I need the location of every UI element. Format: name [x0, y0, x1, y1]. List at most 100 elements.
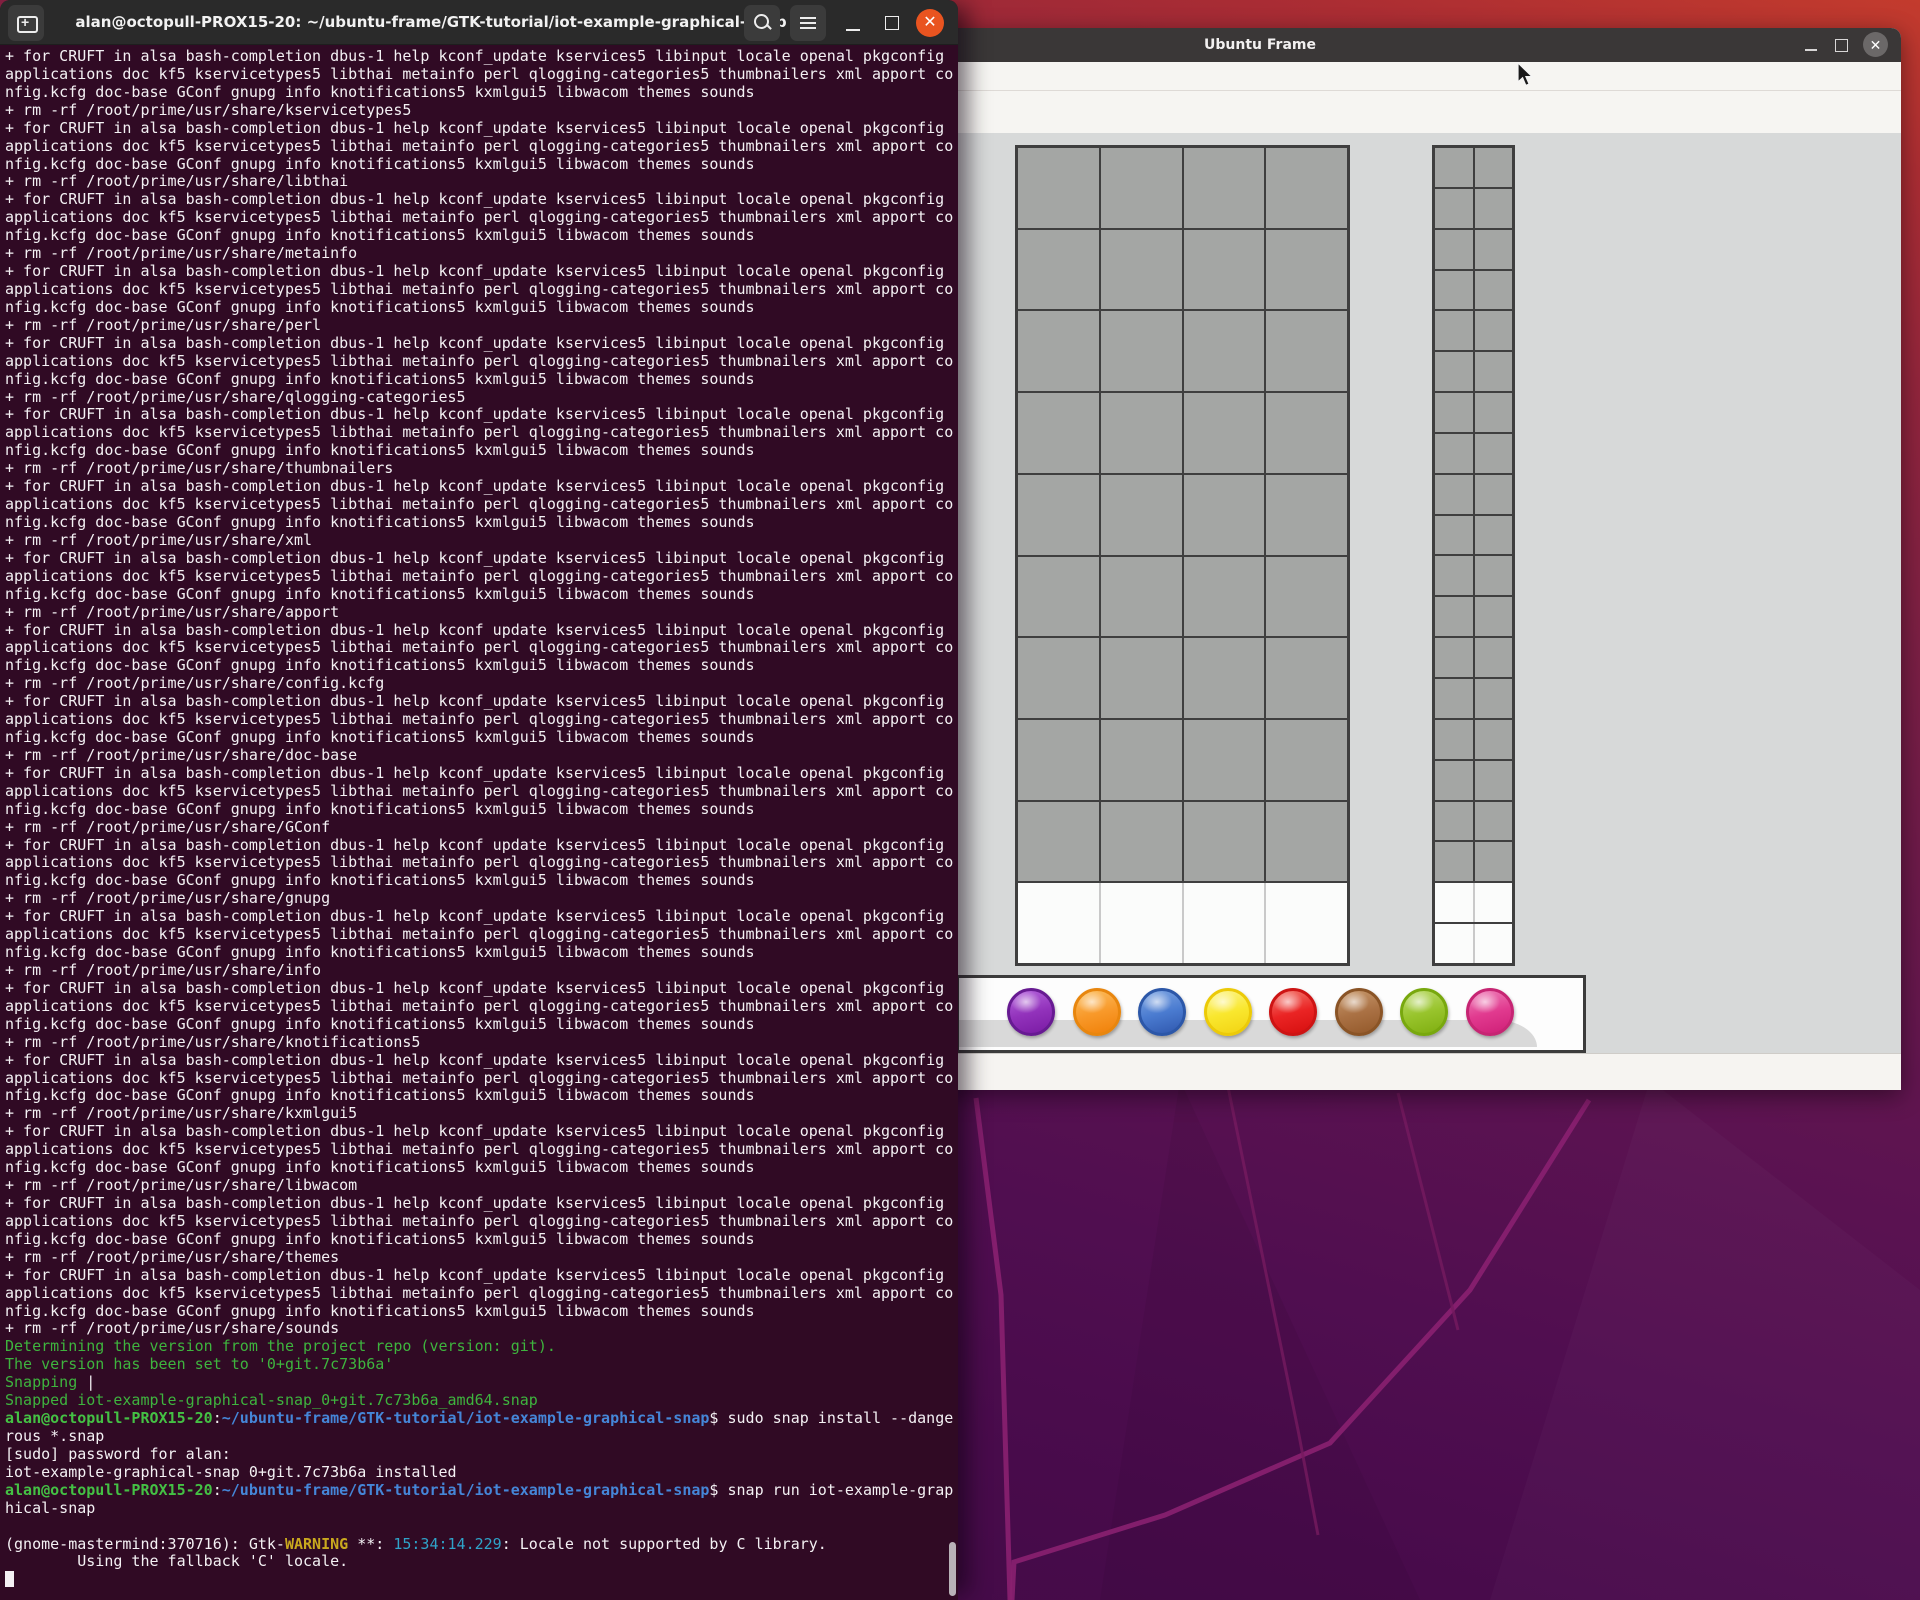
color-ball-purple[interactable]: [1007, 988, 1055, 1036]
terminal-scrollbar[interactable]: [949, 1542, 956, 1596]
terminal-titlebar[interactable]: + alan@octopull-PROX15-20: ~/ubuntu-fram…: [0, 0, 958, 45]
terminal-title: alan@octopull-PROX15-20: ~/ubuntu-frame/…: [75, 13, 786, 31]
board-cell[interactable]: [1018, 638, 1099, 718]
board-cell[interactable]: [1101, 475, 1182, 555]
terminal-line: applications doc kf5 kservicetypes5 libt…: [5, 208, 958, 226]
terminal-line: + rm -rf /root/prime/usr/share/libwacom: [5, 1176, 958, 1194]
board-cell[interactable]: [1018, 720, 1099, 800]
board-cell[interactable]: [1018, 230, 1099, 310]
frame-maximize-button[interactable]: [1827, 28, 1857, 62]
peg-cell: [1435, 679, 1473, 718]
close-circle: ✕: [916, 9, 944, 37]
board-cell[interactable]: [1184, 393, 1265, 473]
color-ball-magenta[interactable]: [1466, 988, 1514, 1036]
terminal-line: + rm -rf /root/prime/usr/share/metainfo: [5, 244, 958, 262]
color-ball-orange[interactable]: [1073, 988, 1121, 1036]
new-tab-button[interactable]: +: [8, 5, 44, 41]
board-cell[interactable]: [1101, 311, 1182, 391]
board-cell[interactable]: [1184, 802, 1265, 882]
terminal-line: applications doc kf5 kservicetypes5 libt…: [5, 65, 958, 83]
terminal-line: [sudo] password for alan:: [5, 1445, 958, 1463]
board-row: [1018, 311, 1347, 391]
terminal-maximize-button[interactable]: [874, 5, 910, 41]
board-cell[interactable]: [1266, 883, 1347, 963]
board-cell[interactable]: [1018, 475, 1099, 555]
board-cell[interactable]: [1266, 638, 1347, 718]
board-cell[interactable]: [1101, 230, 1182, 310]
board-cell[interactable]: [1101, 883, 1182, 963]
board-cell[interactable]: [1266, 230, 1347, 310]
board-cell[interactable]: [1018, 883, 1099, 963]
peg-cell: [1435, 761, 1473, 800]
peg-cell: [1475, 802, 1513, 841]
menu-button[interactable]: [790, 5, 826, 41]
terminal-line: + for CRUFT in alsa bash-completion dbus…: [5, 334, 958, 352]
board-cell[interactable]: [1018, 148, 1099, 228]
board-cell[interactable]: [1184, 311, 1265, 391]
board-cell[interactable]: [1101, 720, 1182, 800]
board-cell[interactable]: [1184, 230, 1265, 310]
terminal-line: applications doc kf5 kservicetypes5 libt…: [5, 997, 958, 1015]
board-cell[interactable]: [1184, 475, 1265, 555]
terminal-close-button[interactable]: ✕: [912, 5, 948, 41]
board-cell[interactable]: [1184, 557, 1265, 637]
board-cell[interactable]: [1101, 638, 1182, 718]
terminal-line: + for CRUFT in alsa bash-completion dbus…: [5, 1051, 958, 1069]
terminal-line: nfig.kcfg doc-base GConf gnupg info knot…: [5, 585, 958, 603]
close-icon: ✕: [923, 15, 936, 31]
terminal-minimize-button[interactable]: [836, 5, 872, 41]
board-cell[interactable]: [1018, 393, 1099, 473]
board-cell[interactable]: [1018, 311, 1099, 391]
board-cell[interactable]: [1266, 475, 1347, 555]
board-row: [1435, 352, 1512, 391]
terminal-line: nfig.kcfg doc-base GConf gnupg info knot…: [5, 513, 958, 531]
peg-cell: [1475, 883, 1513, 922]
board-row: [1435, 271, 1512, 310]
frame-minimize-button[interactable]: [1797, 28, 1827, 62]
terminal-line: + for CRUFT in alsa bash-completion dbus…: [5, 405, 958, 423]
terminal-cursor: [5, 1571, 14, 1587]
board-cell[interactable]: [1018, 802, 1099, 882]
board-row: [1435, 761, 1512, 800]
color-ball-brown[interactable]: [1335, 988, 1383, 1036]
peg-cell: [1435, 434, 1473, 473]
color-ball-yellow[interactable]: [1204, 988, 1252, 1036]
board-cell[interactable]: [1184, 148, 1265, 228]
board-cell[interactable]: [1266, 393, 1347, 473]
close-circle: ✕: [1863, 32, 1888, 57]
peg-cell: [1435, 271, 1473, 310]
terminal-line: nfig.kcfg doc-base GConf gnupg info knot…: [5, 871, 958, 889]
terminal-line: nfig.kcfg doc-base GConf gnupg info knot…: [5, 298, 958, 316]
board-cell[interactable]: [1184, 720, 1265, 800]
terminal-line: + for CRUFT in alsa bash-completion dbus…: [5, 190, 958, 208]
search-button[interactable]: [744, 5, 780, 41]
board-cell[interactable]: [1184, 638, 1265, 718]
board-cell[interactable]: [1266, 311, 1347, 391]
terminal-line: nfig.kcfg doc-base GConf gnupg info knot…: [5, 1230, 958, 1248]
board-cell[interactable]: [1266, 720, 1347, 800]
board-cell[interactable]: [1018, 557, 1099, 637]
terminal-line: + for CRUFT in alsa bash-completion dbus…: [5, 1194, 958, 1212]
board-row: [1435, 189, 1512, 228]
peg-cell: [1435, 802, 1473, 841]
peg-cell: [1475, 475, 1513, 514]
terminal-line: nfig.kcfg doc-base GConf gnupg info knot…: [5, 155, 958, 173]
board-cell[interactable]: [1184, 883, 1265, 963]
board-cell[interactable]: [1266, 802, 1347, 882]
board-cell[interactable]: [1101, 393, 1182, 473]
color-ball-green[interactable]: [1400, 988, 1448, 1036]
board-cell[interactable]: [1266, 148, 1347, 228]
peg-cell: [1435, 311, 1473, 350]
color-ball-red[interactable]: [1269, 988, 1317, 1036]
color-ball-blue[interactable]: [1138, 988, 1186, 1036]
board-cell[interactable]: [1101, 557, 1182, 637]
board-cell[interactable]: [1101, 148, 1182, 228]
frame-close-button[interactable]: ✕: [1861, 28, 1891, 62]
terminal-line: iot-example-graphical-snap 0+git.7c73b6a…: [5, 1463, 958, 1481]
terminal-line: + rm -rf /root/prime/usr/share/apport: [5, 603, 958, 621]
board-cell[interactable]: [1101, 802, 1182, 882]
terminal-line: + rm -rf /root/prime/usr/share/info: [5, 961, 958, 979]
peg-cell: [1435, 475, 1473, 514]
terminal-line: applications doc kf5 kservicetypes5 libt…: [5, 495, 958, 513]
board-cell[interactable]: [1266, 557, 1347, 637]
